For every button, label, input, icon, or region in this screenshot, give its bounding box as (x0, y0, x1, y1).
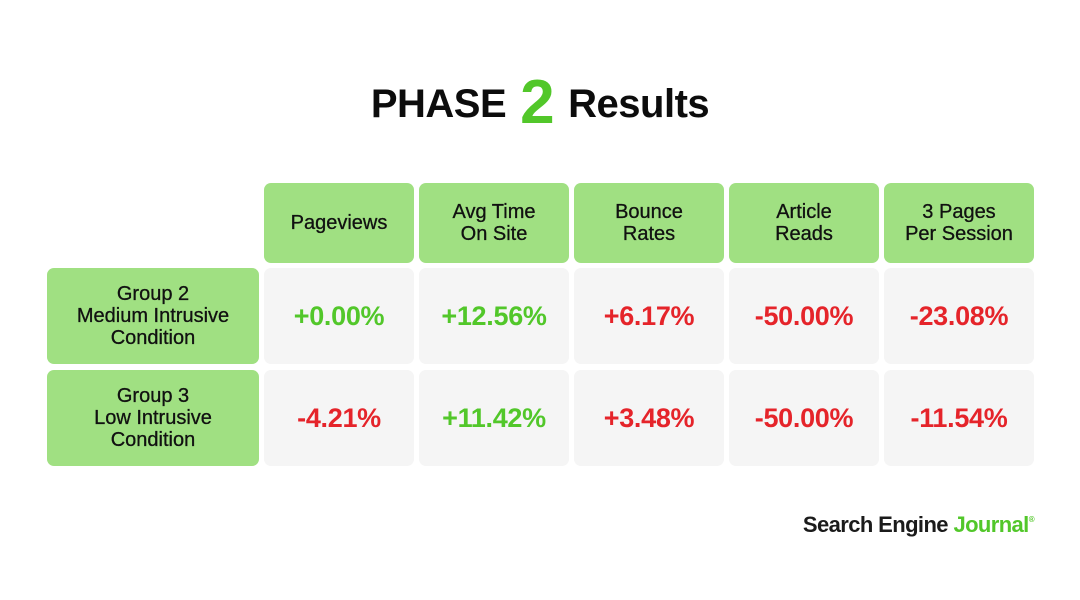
text-line: Rates (622, 223, 676, 245)
value-cell: +3.48% (574, 370, 724, 466)
brand-name-part2: Journal (953, 512, 1029, 537)
text-line: Article (776, 201, 832, 223)
text-line: Reads (775, 223, 833, 245)
column-header: Bounce Rates (574, 183, 724, 263)
row-header: Group 3 Low Intrusive Condition (47, 370, 259, 466)
value-cell: -23.08% (884, 268, 1034, 364)
value-cell: +12.56% (419, 268, 569, 364)
column-header: Article Reads (729, 183, 879, 263)
value-cell: +6.17% (574, 268, 724, 364)
value-cell: +0.00% (264, 268, 414, 364)
value-cell: -4.21% (264, 370, 414, 466)
row-header: Group 2 Medium Intrusive Condition (47, 268, 259, 364)
text-line: Medium Intrusive (76, 305, 230, 327)
text-line: Low Intrusive (94, 407, 212, 429)
brand-logo: Search Engine Journal® (802, 512, 1035, 538)
value-cell: -50.00% (729, 268, 879, 364)
text-line: Group 2 (116, 283, 190, 305)
text-line: On Site (460, 223, 528, 245)
text-line: Condition (110, 429, 196, 451)
value-cell: -50.00% (729, 370, 879, 466)
text-line: Group 3 (116, 385, 190, 407)
column-header: Pageviews (264, 183, 414, 263)
title-suffix: Results (568, 82, 710, 126)
title-phase-number: 2 (520, 68, 555, 137)
registered-mark: ® (1028, 515, 1035, 524)
page-title: PHASE 2 Results (0, 68, 1080, 139)
text-line: Bounce (615, 201, 683, 223)
value-cell: +11.42% (419, 370, 569, 466)
text-line: 3 Pages (922, 201, 996, 223)
column-header: 3 Pages Per Session (884, 183, 1034, 263)
column-header: Avg Time On Site (419, 183, 569, 263)
brand-name-part1: Search Engine (802, 512, 949, 537)
text-line: Pageviews (290, 212, 388, 234)
value-cell: -11.54% (884, 370, 1034, 466)
title-prefix: PHASE (370, 82, 507, 126)
text-line: Avg Time (452, 201, 536, 223)
text-line: Per Session (905, 223, 1013, 245)
text-line: Condition (110, 327, 196, 349)
